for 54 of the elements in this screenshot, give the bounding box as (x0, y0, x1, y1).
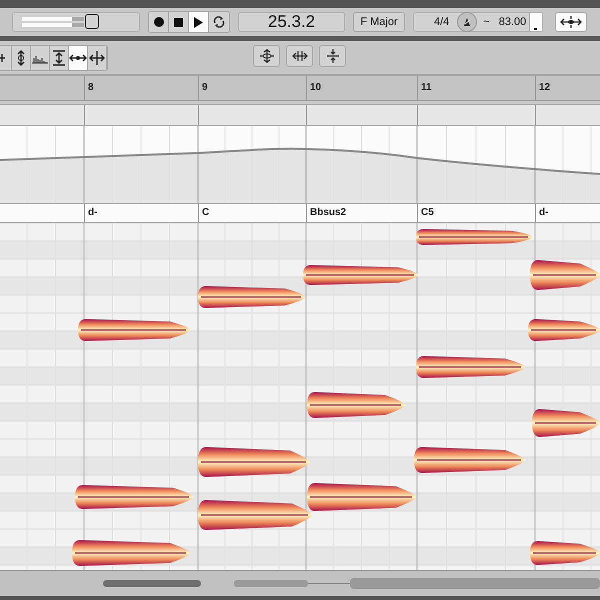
tempo-curve[interactable] (0, 148, 600, 175)
loop-icon (213, 16, 225, 28)
pointer-icon (0, 52, 6, 64)
stop-icon (174, 18, 183, 26)
bar-number: 11 (421, 82, 432, 93)
record-button[interactable] (149, 12, 169, 32)
note-blob (528, 319, 600, 341)
formant-tool-button[interactable] (31, 46, 50, 70)
pitch-drift-button[interactable] (319, 45, 346, 67)
tempo-mode: ~ (483, 16, 490, 28)
bar-number: 10 (310, 82, 322, 93)
bar-line (306, 76, 307, 100)
chord-label[interactable]: C (202, 207, 210, 218)
chord-label[interactable]: d- (539, 207, 548, 218)
timing-tool-button[interactable] (69, 46, 88, 70)
caret-icon (534, 27, 538, 31)
bar-line (84, 76, 85, 100)
bar-line (198, 76, 199, 100)
bar-line (417, 76, 418, 100)
metronome-icon[interactable] (457, 12, 478, 32)
time-signature[interactable]: 4/4 (434, 16, 450, 28)
bar-line (535, 76, 536, 100)
record-icon (154, 17, 164, 27)
move-tool-icon (89, 50, 105, 66)
amplitude-tool-button[interactable] (50, 46, 69, 70)
timing-tool-icon (69, 52, 87, 62)
converging-arrows-icon (326, 49, 340, 63)
position-display: 25.3.2 (238, 12, 345, 32)
overview-scrollbar[interactable] (0, 570, 600, 596)
bar-number: 8 (88, 82, 94, 93)
quantize-time-button[interactable] (286, 45, 313, 67)
arrows-icon (560, 16, 582, 28)
play-button[interactable] (189, 12, 209, 32)
note-blob (530, 541, 600, 565)
move-tool-button[interactable] (88, 46, 107, 70)
chord-label[interactable]: C5 (421, 207, 434, 218)
chord-label[interactable]: Bbsus2 (310, 207, 346, 218)
timing-arrows-icon (292, 50, 308, 62)
tempo-value[interactable]: 83.00 (498, 16, 526, 28)
play-icon (194, 16, 203, 28)
pitch-tool-icon (15, 50, 27, 66)
note-blob (532, 409, 600, 437)
key-button[interactable]: F Major (353, 12, 405, 32)
note-blob (530, 260, 600, 290)
pitch-tool-button[interactable] (12, 46, 31, 70)
chord-label[interactable]: d- (88, 207, 98, 218)
bar-number: 12 (539, 82, 550, 93)
scroll-mode-button[interactable] (555, 12, 587, 32)
ruler-bar[interactable]: 8 9 10 11 12 (0, 76, 600, 101)
pitch-center-icon (258, 49, 274, 63)
center-pitch-button[interactable] (253, 45, 280, 67)
bar-number: 9 (202, 82, 208, 93)
tempo-dropdown[interactable] (529, 13, 542, 31)
amplitude-tool-icon (52, 50, 66, 66)
